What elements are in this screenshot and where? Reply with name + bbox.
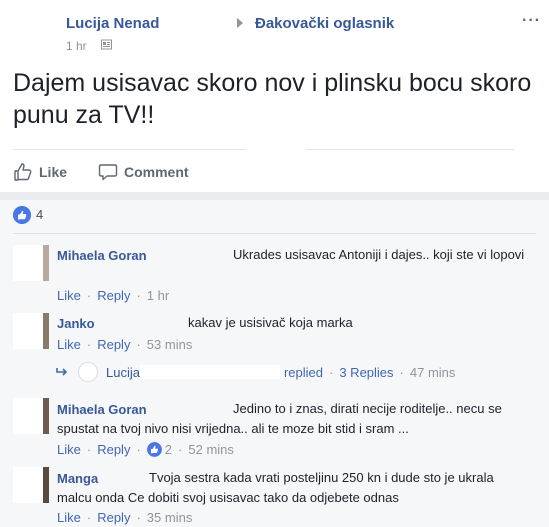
comment-meta: Like · Reply · 35 mins <box>57 510 193 525</box>
comment-time[interactable]: 35 mins <box>147 510 193 525</box>
like-button[interactable]: Like <box>13 160 67 184</box>
replied-label: replied <box>283 364 323 380</box>
comment-time[interactable]: 1 hr <box>147 288 169 303</box>
comment-time[interactable]: 53 mins <box>147 337 193 352</box>
divider <box>306 149 514 150</box>
like-button-label: Like <box>39 164 68 180</box>
comment-meta: Like · Reply · 53 mins <box>57 337 193 352</box>
comment-text: kakav je usisivač koja marka <box>188 315 353 330</box>
divider <box>13 233 536 234</box>
comment-text: Jedino to i znas, dirati necije roditelj… <box>57 401 502 436</box>
commenter-avatar[interactable] <box>13 467 49 503</box>
comment-button[interactable]: Comment <box>98 160 189 184</box>
comment-meta: Like · Reply · 2 · 52 mins <box>57 442 234 457</box>
like-reaction-icon[interactable] <box>13 206 31 224</box>
group-privacy-icon <box>101 39 112 50</box>
replies-count[interactable]: 3 Replies <box>339 365 393 380</box>
comment-time[interactable]: 52 mins <box>188 442 234 457</box>
author-name[interactable]: Lucija Nenad <box>66 15 159 32</box>
replier-avatar <box>78 362 98 382</box>
more-options-icon[interactable]: ··· <box>522 12 541 30</box>
speech-bubble-icon <box>98 164 118 181</box>
comment-reply-link[interactable]: Reply <box>97 442 130 457</box>
comment-like-count[interactable]: 2 <box>165 442 172 457</box>
commenter-name[interactable]: Janko <box>57 316 95 331</box>
comment-text: Ukrades usisavac Antoniji i dajes.. koji… <box>233 247 525 262</box>
commenter-avatar[interactable] <box>13 313 49 349</box>
author-avatar[interactable] <box>0 10 56 54</box>
comment-like-link[interactable]: Like <box>57 288 81 303</box>
comment-button-label: Comment <box>124 164 189 180</box>
commenter-avatar[interactable] <box>13 398 49 434</box>
replier-name[interactable]: Lucija <box>106 365 140 380</box>
right-triangle-icon <box>237 18 243 28</box>
post-status-text: Dajem usisavac skoro nov i plinsku bocu … <box>13 69 532 129</box>
like-reaction-icon[interactable] <box>146 442 162 457</box>
comment-reply-link[interactable]: Reply <box>97 510 130 525</box>
comment-like-link[interactable]: Like <box>57 510 81 525</box>
group-name[interactable]: Đakovački oglasnik <box>255 15 394 32</box>
post-card: Lucija Nenad Đakovački oglasnik ··· 1 hr… <box>0 0 549 527</box>
reaction-count[interactable]: 4 <box>36 207 43 222</box>
thumbs-up-icon <box>14 163 32 181</box>
reply-arrow-icon <box>56 368 68 376</box>
commenter-avatar[interactable] <box>13 245 49 281</box>
comment-reply-link[interactable]: Reply <box>97 337 130 352</box>
post-time[interactable]: 1 hr <box>66 39 87 53</box>
separator-band <box>0 192 549 200</box>
comment-reply-link[interactable]: Reply <box>97 288 130 303</box>
divider <box>13 149 246 150</box>
comment-meta: Like · Reply · 1 hr <box>57 288 170 303</box>
comment-like-link[interactable]: Like <box>57 442 81 457</box>
replies-time: 47 mins <box>409 364 456 380</box>
view-replies-link[interactable]: Lucija replied · 3 Replies · 47 mins <box>56 362 455 382</box>
comment-like-link[interactable]: Like <box>57 337 81 352</box>
comment-text: Tvoja sestra kada vrati posteljinu 250 k… <box>57 470 494 505</box>
